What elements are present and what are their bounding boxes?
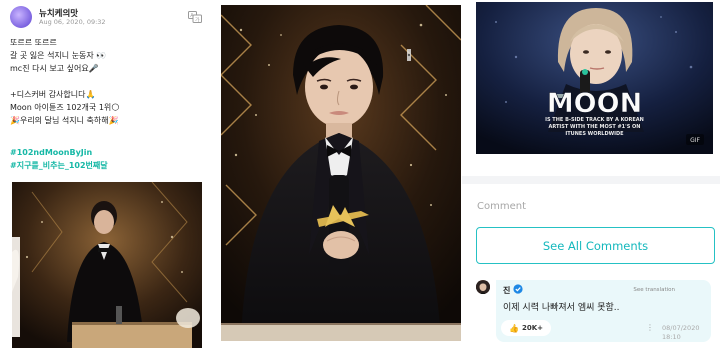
- comment-timestamp: 08/07/2020 18:10: [662, 324, 699, 342]
- post-header: 뉴치케의맛 Aug 06, 2020, 09:32 A 가: [10, 6, 206, 28]
- commenter-name[interactable]: 진: [503, 285, 510, 296]
- comment-date: 08/07/2020: [662, 324, 700, 332]
- author-avatar[interactable]: [10, 6, 32, 28]
- thumbs-up-icon: 👍: [509, 323, 519, 333]
- promo-image[interactable]: MOON IS THE B-SIDE TRACK BY A KOREAN ART…: [476, 2, 713, 154]
- comment-time: 18:10: [662, 333, 681, 341]
- comment-text: 이제 시력 나빠져서 엠씨 못함..: [503, 303, 620, 313]
- hashtag-link[interactable]: #지구를_비추는_102번째달: [10, 159, 108, 172]
- promo-subtitle: ITUNES WORLDWIDE: [565, 131, 624, 137]
- thumbnail-photo: [12, 182, 202, 348]
- post-photo-thumbnail[interactable]: [12, 182, 202, 348]
- post-line: +디스커버 감사합니다🙏: [10, 89, 96, 99]
- section-divider: [462, 176, 720, 184]
- comment-section-label: Comment: [477, 201, 526, 212]
- post-panel: 뉴치케의맛 Aug 06, 2020, 09:32 A 가 또르르 또르르 갈 …: [0, 0, 214, 348]
- svg-text:가: 가: [195, 16, 200, 23]
- see-translation-link[interactable]: See translation: [633, 287, 675, 293]
- post-date: Aug 06, 2020, 09:32: [39, 18, 106, 26]
- verified-badge-icon: [513, 284, 523, 294]
- promo-subtitle: ARTIST WITH THE MOST #1'S ON: [549, 124, 641, 130]
- post-line: 갈 곳 잃은 석지니 눈동자 👀: [10, 51, 107, 61]
- see-all-comments-button[interactable]: See All Comments: [476, 227, 715, 264]
- like-count: 20K+: [521, 324, 543, 332]
- post-line: [10, 76, 208, 88]
- promo-title: MOON: [547, 88, 642, 119]
- post-line: 또르르 또르르: [10, 38, 57, 47]
- svg-text:A: A: [190, 13, 194, 19]
- translate-icon[interactable]: A 가: [188, 11, 202, 23]
- main-photo[interactable]: [221, 5, 461, 341]
- like-button[interactable]: 👍 20K+: [501, 320, 551, 336]
- post-line: mc진 다시 보고 싶어요🎤: [10, 64, 99, 74]
- main-photo-image: [221, 5, 461, 341]
- comment-item: 진 See translation 이제 시력 나빠져서 엠씨 못함.. 👍 2…: [476, 280, 716, 348]
- promo-image-graphic: MOON IS THE B-SIDE TRACK BY A KOREAN ART…: [476, 2, 713, 154]
- post-line: Moon 아이튠즈 102개국 1위🌕: [10, 102, 120, 112]
- post-line: 🎉우리의 달님 석지니 축하해🎉: [10, 116, 119, 126]
- gif-badge: GIF: [690, 137, 700, 144]
- hashtag-link[interactable]: #102ndMoonByJin: [10, 146, 108, 159]
- comment-bubble: 진 See translation 이제 시력 나빠져서 엠씨 못함.. 👍 2…: [496, 280, 711, 342]
- promo-subtitle: IS THE B-SIDE TRACK BY A KOREAN: [545, 117, 644, 123]
- more-options-icon[interactable]: ⋮: [646, 323, 654, 332]
- post-body: 또르르 또르르 갈 곳 잃은 석지니 눈동자 👀 mc진 다시 보고 싶어요🎤 …: [10, 36, 208, 127]
- hashtags: #102ndMoonByJin #지구를_비추는_102번째달: [10, 146, 108, 172]
- commenter-avatar[interactable]: [476, 280, 490, 294]
